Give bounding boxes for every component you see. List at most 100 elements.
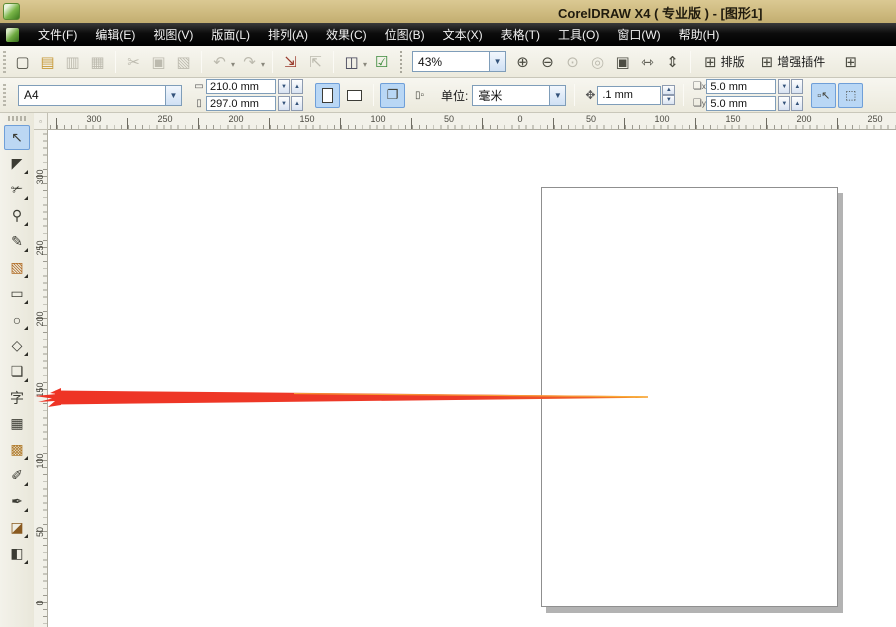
h-ruler-label: 150 <box>299 114 314 124</box>
text-tool[interactable]: 字 <box>4 385 30 410</box>
ellipse-tool[interactable]: ○ <box>4 307 30 332</box>
paper-width-field[interactable]: 210.0 mm <box>206 79 276 94</box>
application-launcher-button[interactable]: ◫ <box>340 50 363 74</box>
duplicate-y-spinner[interactable]: ▼▲ <box>777 96 803 111</box>
menu-item-file[interactable]: 文件(F) <box>29 23 86 46</box>
menu-item-arrange[interactable]: 排列(A) <box>259 23 317 46</box>
polygon-tool[interactable]: ◇ <box>4 333 30 358</box>
menu-item-tools[interactable]: 工具(O) <box>549 23 608 46</box>
duplicate-y-field[interactable]: 5.0 mm <box>706 96 776 111</box>
units-label: 单位: <box>441 87 468 104</box>
toolbox: ↖◤✃ ⚲ ✎▧ ▭ ○◇❏ 字 ▦ ▩ ✐✒◪ ◧ <box>0 113 34 627</box>
layout-toolbar-button-label: 排版 <box>721 53 745 70</box>
zoom-to-all-objects-icon: ◎ <box>591 53 604 71</box>
all-pages-layout-button[interactable]: ❐ <box>380 83 405 108</box>
interactive-blend-tool-icon: ▩ <box>10 441 23 458</box>
zoom-to-page-icon: ▣ <box>615 53 629 71</box>
zoom-tool[interactable]: ⚲ <box>4 203 30 228</box>
interactive-fill-tool[interactable]: ◧ <box>4 541 30 566</box>
layout-toolbar-button-button[interactable]: ⊞排版 <box>697 50 752 74</box>
pick-tool[interactable]: ↖ <box>4 125 30 150</box>
canvas[interactable] <box>48 130 896 627</box>
welcome-screen-options-icon: ☑ <box>375 53 388 71</box>
zoom-in-button[interactable]: ⊕ <box>511 50 534 74</box>
menu-item-window[interactable]: 窗口(W) <box>608 23 669 46</box>
nudge-offset-field[interactable]: .1 mm <box>597 86 661 105</box>
units-combo[interactable]: 毫米 ▼ <box>472 85 566 106</box>
paper-height-spinner[interactable]: ▼▲ <box>277 96 303 111</box>
interactive-blend-tool[interactable]: ▩ <box>4 437 30 462</box>
portrait-button[interactable] <box>315 83 340 108</box>
chevron-down-icon[interactable]: ▼ <box>489 52 505 71</box>
paper-height-field[interactable]: 297.0 mm <box>206 96 276 111</box>
toolbox-grip[interactable] <box>8 116 26 121</box>
page[interactable] <box>541 187 838 607</box>
duplicate-x-field[interactable]: 5.0 mm <box>706 79 776 94</box>
landscape-button[interactable] <box>342 83 367 108</box>
treat-as-filled-button[interactable]: ▫↖ <box>811 83 836 108</box>
chevron-down-icon[interactable]: ▾ <box>231 60 235 69</box>
freehand-tool[interactable]: ✎ <box>4 229 30 254</box>
cut-icon: ✂ <box>127 53 140 71</box>
import-button[interactable]: ⇲ <box>279 50 302 74</box>
eyedropper-tool[interactable]: ✐ <box>4 463 30 488</box>
h-ruler-label: 250 <box>157 114 172 124</box>
h-ruler-label: 200 <box>228 114 243 124</box>
menu-item-table[interactable]: 表格(T) <box>492 23 549 46</box>
zoom-to-page-button[interactable]: ▣ <box>611 50 634 74</box>
horizontal-ruler[interactable]: 30025020015010050050100150200250 <box>34 113 896 130</box>
zoom-to-page-width-button[interactable]: ⇿ <box>636 50 659 74</box>
smart-fill-tool[interactable]: ▧ <box>4 255 30 280</box>
open-button[interactable]: ▤ <box>36 50 59 74</box>
paper-size-combo[interactable]: A4 ▼ <box>18 85 182 106</box>
plugin-toolbar-button-label: 增强插件 <box>777 53 825 70</box>
menu-item-layout[interactable]: 版面(L) <box>202 23 259 46</box>
chevron-down-icon[interactable]: ▾ <box>363 60 367 69</box>
export-button: ⇱ <box>304 50 327 74</box>
crop-tool[interactable]: ✃ <box>4 177 30 202</box>
menu-item-effects[interactable]: 效果(C) <box>317 23 376 46</box>
welcome-screen-options-button[interactable]: ☑ <box>370 50 393 74</box>
chevron-down-icon[interactable]: ▼ <box>549 86 565 105</box>
menu-item-text[interactable]: 文本(X) <box>434 23 492 46</box>
rectangle-tool[interactable]: ▭ <box>4 281 30 306</box>
interactive-fill-tool-icon: ◧ <box>10 545 23 562</box>
v-ruler-label: 0 <box>35 600 45 605</box>
text-frame-icon: ⬚ <box>845 88 856 102</box>
clipped-toolbar-button-icon: ⊞ <box>844 53 857 71</box>
vertical-ruler[interactable]: 300250200150100500 <box>34 130 48 627</box>
rectangle-tool-icon: ▭ <box>10 285 23 302</box>
chevron-down-icon[interactable]: ▾ <box>261 60 265 69</box>
plugin-toolbar-button-button[interactable]: ⊞增强插件 <box>754 50 833 74</box>
shape-tool[interactable]: ◤ <box>4 151 30 176</box>
zoom-level-combo[interactable]: 43%▼ <box>412 51 506 72</box>
zoom-to-page-height-button[interactable]: ⇕ <box>661 50 684 74</box>
duplicate-x-spinner[interactable]: ▼▲ <box>777 79 803 94</box>
text-frame-button[interactable]: ⬚ <box>838 83 863 108</box>
menu-item-view[interactable]: 视图(V) <box>144 23 202 46</box>
zoom-tool-icon: ⚲ <box>12 207 22 224</box>
menu-item-help[interactable]: 帮助(H) <box>670 23 729 46</box>
current-page-layout-button[interactable]: ▯▫ <box>407 83 432 108</box>
clipped-toolbar-button-button[interactable]: ⊞ <box>839 50 862 74</box>
basic-shapes-tool[interactable]: ❏ <box>4 359 30 384</box>
cut-button: ✂ <box>122 50 145 74</box>
menu-item-bitmaps[interactable]: 位图(B) <box>376 23 434 46</box>
zoom-out-button[interactable]: ⊖ <box>536 50 559 74</box>
table-tool-icon: ▦ <box>10 415 23 432</box>
chevron-down-icon[interactable]: ▼ <box>165 86 181 105</box>
current-page-icon: ▯▫ <box>415 90 424 101</box>
outline-pen-tool[interactable]: ✒ <box>4 489 30 514</box>
h-ruler-label: 50 <box>444 114 454 124</box>
table-tool[interactable]: ▦ <box>4 411 30 436</box>
menu-item-edit[interactable]: 编辑(E) <box>86 23 144 46</box>
ruler-origin[interactable]: ▫ <box>34 113 48 130</box>
h-ruler-label: 0 <box>517 114 522 124</box>
fill-tool[interactable]: ◪ <box>4 515 30 540</box>
text-tool-icon: 字 <box>10 388 24 408</box>
zoom-out-icon: ⊖ <box>541 53 554 71</box>
window-title: CorelDRAW X4 ( 专业版 ) - [图形1] <box>558 3 762 22</box>
nudge-spinner[interactable]: ▲▼ <box>662 85 675 105</box>
paper-width-spinner[interactable]: ▼▲ <box>277 79 303 94</box>
new-document-button[interactable]: ▢ <box>11 50 34 74</box>
